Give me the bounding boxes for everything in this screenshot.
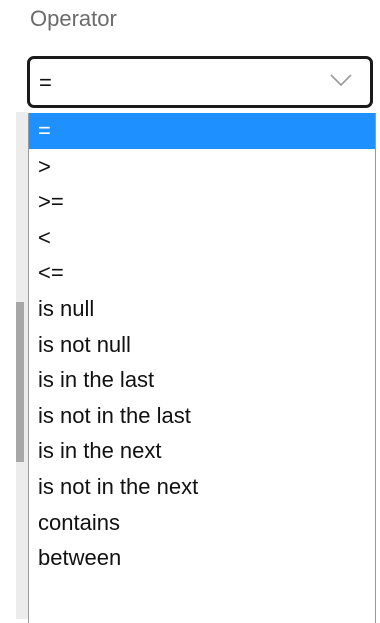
option-is-not-in-the-next[interactable]: is not in the next bbox=[29, 469, 375, 505]
option-is-not-in-the-last[interactable]: is not in the last bbox=[29, 398, 375, 434]
option-contains[interactable]: contains bbox=[29, 505, 375, 541]
operator-select-value: = bbox=[39, 70, 52, 95]
option-is-in-the-last[interactable]: is in the last bbox=[29, 362, 375, 398]
option-less-or-equal[interactable]: <= bbox=[29, 255, 375, 291]
background-scrollbar bbox=[16, 302, 24, 462]
operator-field-label: Operator bbox=[30, 6, 117, 31]
background-panel-edge bbox=[16, 112, 28, 619]
operator-select[interactable]: = bbox=[27, 56, 373, 108]
option-between[interactable]: between bbox=[29, 540, 375, 576]
option-greater-or-equal[interactable]: >= bbox=[29, 184, 375, 220]
option-is-not-null[interactable]: is not null bbox=[29, 327, 375, 363]
chevron-down-icon bbox=[330, 74, 352, 87]
option-less-than[interactable]: < bbox=[29, 220, 375, 256]
option-is-null[interactable]: is null bbox=[29, 291, 375, 327]
operator-dropdown-list[interactable]: = > >= < <= is null is not null is in th… bbox=[28, 113, 376, 623]
option-equals[interactable]: = bbox=[29, 113, 375, 149]
option-is-in-the-next[interactable]: is in the next bbox=[29, 433, 375, 469]
option-greater-than[interactable]: > bbox=[29, 149, 375, 185]
